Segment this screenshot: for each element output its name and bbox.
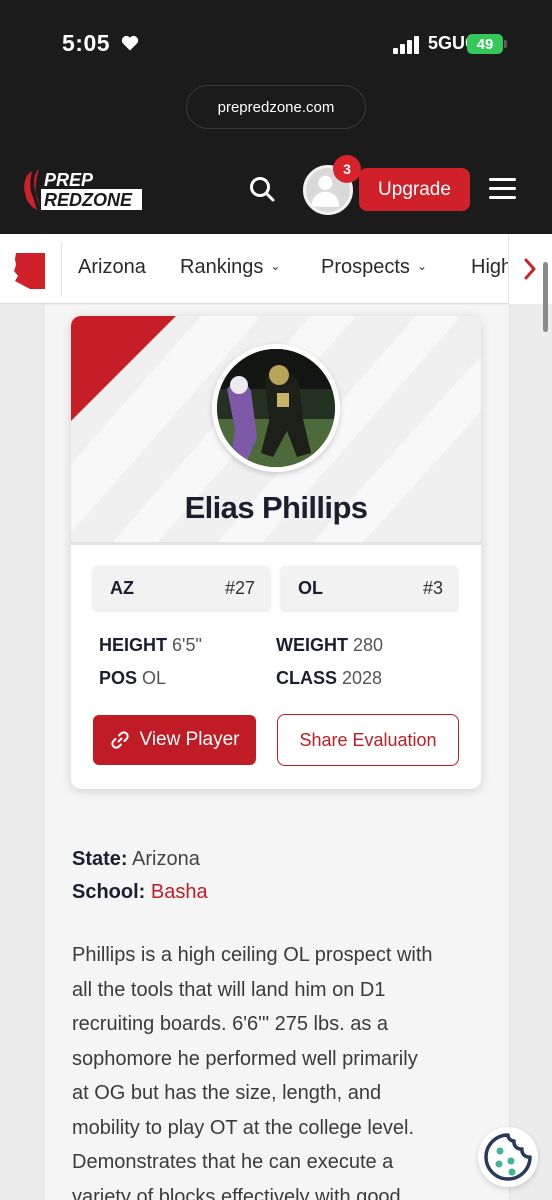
state-abbr: AZ <box>110 578 134 598</box>
class-label: CLASS <box>276 668 338 688</box>
nav-item-rankings[interactable]: Rankings ⌄ <box>180 256 280 279</box>
logo-line1: PREP <box>44 170 94 190</box>
state-label: State: <box>72 848 128 870</box>
evaluation-line: Demonstrates that he can execute a <box>72 1151 394 1173</box>
school-link[interactable]: Basha <box>151 881 208 903</box>
url-bar[interactable]: prepredzone.com <box>186 85 366 129</box>
school-label: School: <box>72 881 146 903</box>
top-bar: 5:05 5GUC 49 prepredzone.com PREP REDZON… <box>0 0 552 234</box>
height-stat: HEIGHT 6'5" <box>99 635 202 656</box>
evaluation-line: recruiting boards. 6'6'" 275 lbs. as a <box>72 1013 389 1035</box>
pos-stat: POS OL <box>99 668 166 689</box>
cookie-settings-button[interactable] <box>478 1127 538 1187</box>
view-player-label: View Player <box>139 729 240 750</box>
state-row: State: Arizona <box>72 848 200 871</box>
state-rank: #27 <box>224 578 255 598</box>
scrollbar[interactable] <box>543 262 548 332</box>
pos-value: OL <box>142 668 167 688</box>
battery-icon: 49 <box>467 34 503 54</box>
arizona-state-icon[interactable] <box>12 251 48 291</box>
position-rank: #3 <box>422 578 443 598</box>
view-player-button[interactable]: View Player <box>93 715 256 765</box>
nav-bar: Arizona Rankings ⌄ Prospects ⌄ High <box>0 234 552 304</box>
nav-item-prospects[interactable]: Prospects ⌄ <box>321 256 427 279</box>
card-header: Elias Phillips <box>71 316 481 544</box>
nav-divider <box>61 242 62 296</box>
chevron-down-icon: ⌄ <box>416 259 427 273</box>
chevron-right-icon <box>524 258 536 280</box>
nav-item-prospects-label: Prospects <box>321 256 410 278</box>
class-value: 2028 <box>342 668 383 688</box>
state-rank-box: AZ #27 <box>93 566 270 610</box>
position-rank-box: OL #3 <box>281 566 458 610</box>
evaluation-text: Phillips is a high ceiling OL prospect w… <box>72 938 492 1200</box>
status-time: 5:05 <box>62 30 111 56</box>
prep-redzone-logo[interactable]: PREP REDZONE <box>22 167 144 213</box>
state-value: Arizona <box>132 848 200 870</box>
evaluation-line: sophomore he performed well primarily <box>72 1047 418 1070</box>
evaluation-line: mobility to play OT at the college level… <box>72 1116 415 1139</box>
weight-label: WEIGHT <box>276 635 348 655</box>
evaluation-line: all the tools that will land him on D1 <box>72 978 386 1001</box>
evaluation-line: Phillips is a high ceiling OL prospect w… <box>72 944 433 966</box>
evaluation-line: at OG but has the size, length, and <box>72 1082 382 1104</box>
cookie-icon <box>484 1133 532 1181</box>
notification-badge: 3 <box>333 155 361 183</box>
heart-icon <box>121 35 139 51</box>
height-value: 6'5" <box>172 635 202 655</box>
player-photo-image <box>217 349 335 467</box>
player-name: Elias Phillips <box>184 490 368 525</box>
upgrade-button[interactable]: Upgrade <box>359 168 470 211</box>
player-photo <box>212 344 340 472</box>
logo-line2: REDZONE <box>44 190 133 210</box>
link-icon <box>110 731 129 749</box>
height-label: HEIGHT <box>99 635 168 655</box>
pos-label: POS <box>99 668 138 688</box>
battery-level: 49 <box>476 35 494 53</box>
nav-item-arizona[interactable]: Arizona <box>78 256 146 279</box>
hamburger-menu-icon[interactable] <box>489 178 516 200</box>
battery-tip <box>504 40 507 48</box>
class-stat: CLASS 2028 <box>276 668 382 689</box>
share-evaluation-button[interactable]: Share Evaluation <box>277 714 459 766</box>
nav-item-rankings-label: Rankings <box>180 256 264 278</box>
weight-stat: WEIGHT 280 <box>276 635 383 656</box>
school-row: School: Basha <box>72 881 208 904</box>
card-divider <box>71 542 481 545</box>
signal-icon <box>393 36 421 54</box>
position-abbr: OL <box>298 578 323 598</box>
search-icon[interactable] <box>248 175 276 203</box>
evaluation-line: variety of blocks effectively with good <box>72 1185 401 1200</box>
nav-item-high[interactable]: High <box>471 256 512 279</box>
chevron-down-icon: ⌄ <box>270 259 281 273</box>
player-card: Elias Phillips AZ #27 OL #3 HEIGHT 6'5" W… <box>71 316 481 789</box>
weight-value: 280 <box>353 635 384 655</box>
